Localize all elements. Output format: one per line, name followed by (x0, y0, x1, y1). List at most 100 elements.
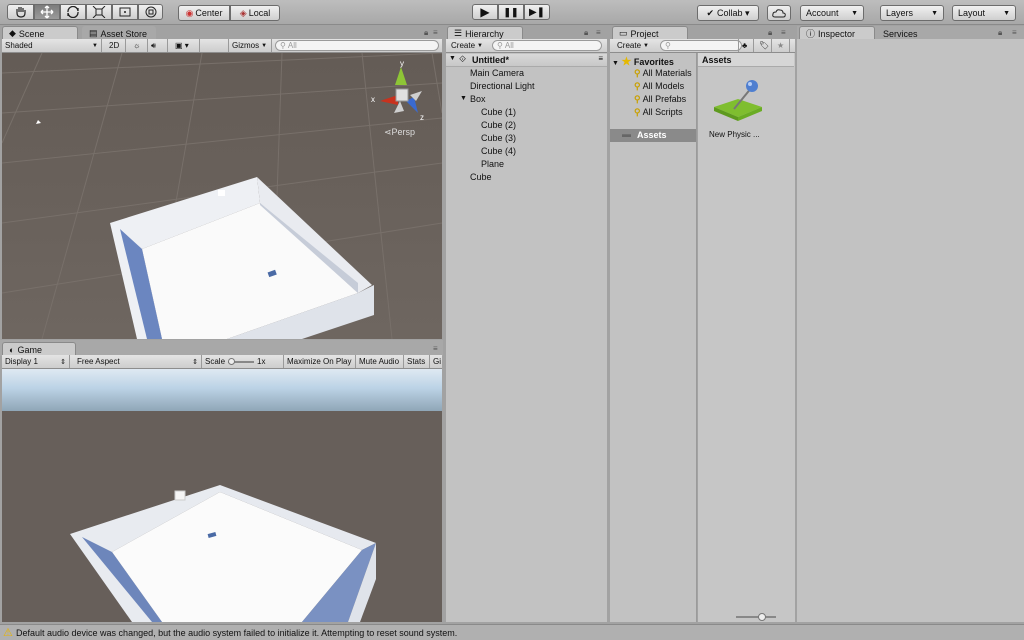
project-search-input[interactable]: ⚲ (660, 40, 742, 51)
asset-item-label: New Physic ... (709, 130, 760, 139)
stats-toggle[interactable]: Stats (404, 355, 430, 368)
aspect-dropdown[interactable]: Free Aspect ⇕ (74, 355, 202, 368)
layout-dropdown[interactable]: Layout ▼ (952, 5, 1016, 21)
favorites-star-button[interactable]: ★ (774, 39, 790, 52)
tab-scene[interactable]: ◆ Scene (2, 26, 78, 40)
scene-toolbar: Shaded ▼ 2D ☼ 🔊︎ ▣ ▾ Gizmos ▼ ⚲ All (2, 39, 442, 53)
game-render (2, 369, 442, 622)
play-button[interactable]: ▶ (472, 4, 498, 20)
tab-asset-store[interactable]: ▤ Asset Store (82, 26, 156, 40)
hand-tool-icon (15, 7, 26, 18)
search-icon: ⚲ (634, 107, 641, 117)
filter-by-label-button[interactable]: 🏷︎ (756, 39, 772, 52)
hierarchy-item[interactable]: Directional Light (470, 81, 535, 91)
game-gizmos-dropdown[interactable]: Gi (430, 355, 442, 368)
cube-top (218, 190, 225, 196)
hierarchy-item[interactable]: Cube (3) (481, 133, 516, 143)
pivot-center-button[interactable]: ◉ Center (178, 5, 230, 21)
rect-tool-button[interactable] (112, 4, 138, 20)
hierarchy-item[interactable]: Main Camera (470, 68, 524, 78)
transform-tool-button[interactable] (138, 4, 163, 20)
expand-arrow-icon[interactable]: ▼ (449, 55, 456, 62)
lock-icon[interactable]: 🔒︎ (584, 28, 588, 38)
lighting-toggle[interactable]: ☼ (130, 39, 148, 52)
slider-thumb[interactable] (228, 357, 236, 365)
effects-toggle[interactable]: ▣ ▾ (172, 39, 200, 52)
pause-button[interactable]: ❚❚ (498, 4, 524, 20)
game-viewport[interactable] (2, 369, 442, 622)
slider-track[interactable] (736, 616, 776, 618)
hierarchy-item-label: Cube (3) (481, 133, 517, 143)
hierarchy-item[interactable]: Plane (481, 159, 504, 169)
panel-menu-icon[interactable]: ≡ (596, 28, 601, 37)
scale-tool-button[interactable] (86, 4, 112, 20)
gizmos-dropdown[interactable]: Gizmos ▼ (228, 39, 272, 52)
status-bar[interactable]: ⚠ Default audio device was changed, but … (0, 624, 1024, 640)
cloud-button[interactable] (767, 5, 791, 21)
hierarchy-item[interactable]: Cube (470, 172, 492, 182)
dropdown-arrow-icon: ▼ (851, 9, 858, 17)
account-dropdown[interactable]: Account ▼ (800, 5, 864, 21)
favorite-search-item[interactable]: ⚲ All Prefabs (634, 94, 686, 105)
panel-menu-icon[interactable]: ≡ (433, 344, 438, 353)
panel-menu-icon[interactable]: ≡ (433, 28, 438, 37)
persp-text: Persp (391, 127, 416, 137)
hierarchy-item[interactable]: ▼ Box (460, 94, 486, 104)
lock-icon[interactable]: 🔒︎ (768, 28, 772, 38)
tab-services[interactable]: Services (876, 26, 946, 40)
favorite-search-item[interactable]: ⚲ All Models (634, 81, 684, 92)
asset-item[interactable]: New Physic ... (706, 77, 776, 143)
scene-gizmo[interactable]: y x z (370, 59, 430, 131)
tab-inspector[interactable]: ⓘ Inspector (799, 26, 875, 40)
layers-dropdown[interactable]: Layers ▼ (880, 5, 944, 21)
tab-game[interactable]: ◐ Game (2, 342, 76, 356)
display-dropdown[interactable]: Display 1 ⇕ (2, 355, 70, 368)
favorite-search-item[interactable]: ⚲ All Materials (634, 68, 692, 79)
mute-audio-toggle[interactable]: Mute Audio (356, 355, 404, 368)
move-tool-button[interactable] (34, 4, 60, 20)
axis-y-label: y (400, 59, 404, 68)
hierarchy-item-label: Cube (470, 172, 492, 182)
expand-arrow-icon[interactable]: ▼ (460, 95, 467, 102)
game-toolbar: Display 1 ⇕ Free Aspect ⇕ Scale 1x Maximiz… (2, 355, 442, 369)
slider-thumb[interactable] (758, 613, 766, 621)
hand-tool-button[interactable] (7, 4, 34, 20)
hierarchy-item[interactable]: Cube (1) (481, 107, 516, 117)
pivot-local-button[interactable]: ◈ Local (230, 5, 280, 21)
stats-label: Stats (407, 357, 426, 366)
favorite-search-item[interactable]: ⚲ All Scripts (634, 107, 683, 118)
hierarchy-item[interactable]: Cube (2) (481, 120, 516, 130)
lock-icon[interactable]: 🔒︎ (998, 28, 1002, 38)
rotate-tool-button[interactable] (60, 4, 86, 20)
scene-root-row[interactable]: ▼ ⟐ Untitled* ≡ (446, 54, 607, 67)
assets-folder-row[interactable]: ▬ Assets (610, 129, 696, 142)
project-create-dropdown[interactable]: Create ▼ (614, 39, 654, 52)
persp-label[interactable]: ⋖Persp (384, 127, 415, 138)
folder-icon: ▭ (619, 28, 628, 38)
maximize-on-play-toggle[interactable]: Maximize On Play (284, 355, 356, 368)
tab-hierarchy[interactable]: ☰ Hierarchy (447, 26, 523, 40)
2d-toggle[interactable]: 2D (106, 39, 126, 52)
scene-viewport[interactable]: y x z ⋖Persp (2, 53, 442, 339)
panel-menu-icon[interactable]: ≡ (1012, 28, 1017, 37)
tab-project[interactable]: ▭ Project (612, 26, 688, 40)
collab-button[interactable]: ✔ Collab ▾ (697, 5, 759, 21)
dropdown-arrow-icon: ▼ (1003, 9, 1010, 17)
hierarchy-search-input[interactable]: ⚲ All (492, 40, 602, 51)
audio-toggle[interactable]: 🔊︎ (148, 39, 168, 52)
expand-arrow-icon[interactable]: ▼ (612, 60, 619, 67)
lock-icon[interactable]: 🔒︎ (424, 28, 428, 38)
hierarchy-item[interactable]: Cube (4) (481, 146, 516, 156)
scale-slider[interactable]: Scale 1x (202, 355, 284, 368)
hierarchy-create-dropdown[interactable]: Create ▼ (448, 39, 488, 52)
shading-dropdown[interactable]: Shaded ▼ (2, 39, 102, 52)
filter-by-type-button[interactable]: ♣ (738, 39, 754, 52)
scale-slider-track[interactable] (228, 357, 255, 365)
scene-search-input[interactable]: ⚲ All (275, 40, 439, 51)
panel-menu-icon[interactable]: ≡ (781, 28, 786, 37)
search-placeholder: All (504, 41, 514, 50)
favorites-row[interactable]: ▼ ★ Favorites (612, 55, 674, 68)
scene-menu-icon[interactable]: ≡ (598, 54, 603, 63)
step-button[interactable]: ▶❚ (524, 4, 550, 20)
asset-zoom-slider[interactable] (736, 613, 776, 621)
